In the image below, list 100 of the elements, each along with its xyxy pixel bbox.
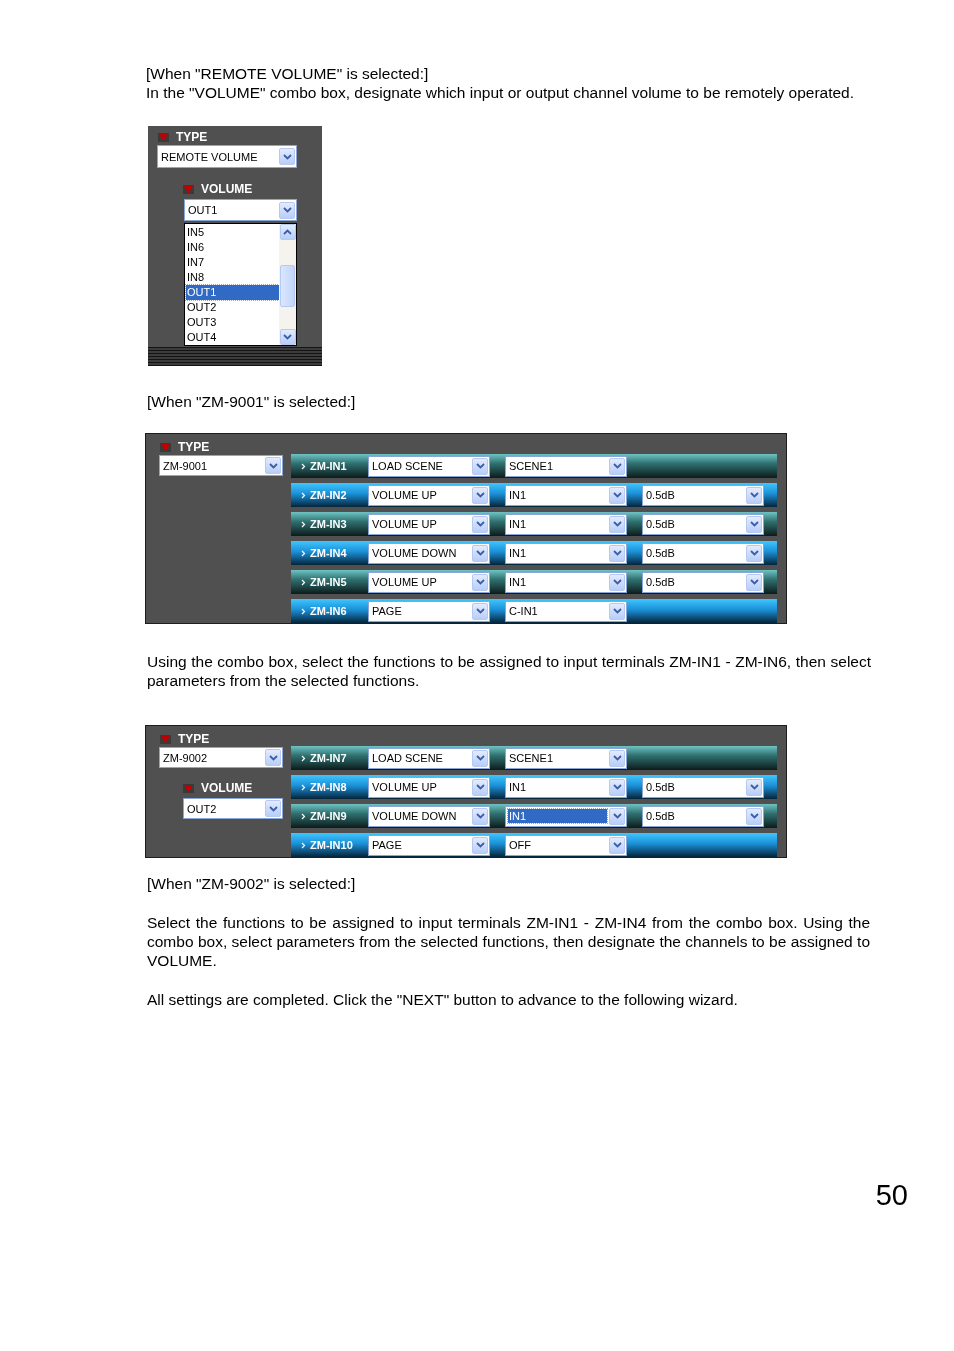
- combo-box[interactable]: IN1: [505, 542, 627, 564]
- combo-box[interactable]: IN1: [505, 571, 627, 593]
- dropdown-button[interactable]: [472, 486, 488, 504]
- combo-box[interactable]: 0.5dB: [642, 805, 764, 827]
- dropdown-button[interactable]: [265, 749, 281, 766]
- triangle-icon: [158, 132, 169, 142]
- list-item[interactable]: IN5: [186, 225, 279, 240]
- dropdown-button[interactable]: [746, 486, 762, 504]
- chevron-icon: [301, 549, 306, 557]
- dropdown-button[interactable]: [472, 544, 488, 562]
- combo-box[interactable]: LOAD SCENE: [368, 747, 490, 769]
- combo-box[interactable]: OFF: [505, 834, 627, 856]
- list-item[interactable]: OUT4: [186, 330, 279, 345]
- combo-box[interactable]: IN1: [505, 776, 627, 798]
- combo-box[interactable]: SCENE1: [505, 455, 627, 477]
- dropdown-button[interactable]: [746, 544, 762, 562]
- combo-box[interactable]: LOAD SCENE: [368, 455, 490, 477]
- combo-box[interactable]: 0.5dB: [642, 513, 764, 535]
- chevron-icon: [282, 153, 292, 160]
- combo-box[interactable]: VOLUME DOWN: [368, 542, 490, 564]
- chevron-icon: [749, 813, 759, 819]
- chevron-icon: [475, 463, 485, 469]
- chevron-icon: [612, 813, 622, 819]
- terminal-label: ZM-IN9: [310, 809, 347, 823]
- dropdown-button[interactable]: [746, 515, 762, 533]
- terminal-label: ZM-IN6: [310, 604, 347, 618]
- chevron-icon: [268, 462, 278, 469]
- dropdown-button[interactable]: [472, 778, 488, 796]
- chevron-icon: [301, 841, 306, 849]
- terminal-label: ZM-IN2: [310, 488, 347, 502]
- combo-box[interactable]: IN1: [505, 513, 627, 535]
- scroll-thumb[interactable]: [280, 265, 295, 307]
- dropdown-button[interactable]: [609, 807, 625, 825]
- dropdown-button[interactable]: [746, 573, 762, 591]
- combo-box[interactable]: OUT1: [184, 199, 297, 221]
- dropdown-button[interactable]: [609, 486, 625, 504]
- dropdown-button[interactable]: [609, 749, 625, 767]
- dropdown-button[interactable]: [265, 457, 281, 474]
- terminal-label: ZM-IN7: [310, 751, 347, 765]
- scroll-up-button[interactable]: [279, 224, 296, 240]
- combo-box[interactable]: SCENE1: [505, 747, 627, 769]
- combo-box[interactable]: C-IN1: [505, 600, 627, 622]
- dropdown-button[interactable]: [609, 602, 625, 620]
- dropdown-button[interactable]: [265, 800, 281, 817]
- combo-box[interactable]: 0.5dB: [642, 571, 764, 593]
- dropdown-button[interactable]: [609, 836, 625, 854]
- dropdown-button[interactable]: [746, 807, 762, 825]
- dropdown-button[interactable]: [609, 515, 625, 533]
- combo-box[interactable]: OUT2: [183, 798, 283, 819]
- dropdown-button[interactable]: [746, 778, 762, 796]
- list-item[interactable]: IN6: [186, 240, 279, 255]
- combo-box[interactable]: VOLUME UP: [368, 513, 490, 535]
- list-item[interactable]: OUT2: [186, 300, 279, 315]
- section-label: VOLUME: [201, 182, 253, 196]
- dropdown-button[interactable]: [472, 836, 488, 854]
- combo-box[interactable]: VOLUME DOWN: [368, 805, 490, 827]
- dropdown-button[interactable]: [472, 515, 488, 533]
- chevron-icon: [612, 608, 622, 614]
- dropdown-button[interactable]: [279, 201, 295, 219]
- dropdown-button[interactable]: [609, 573, 625, 591]
- combo-box[interactable]: PAGE: [368, 600, 490, 622]
- combo-box[interactable]: IN1: [505, 805, 627, 827]
- combo-box[interactable]: VOLUME UP: [368, 484, 490, 506]
- dropdown-button[interactable]: [609, 778, 625, 796]
- dropdown-button[interactable]: [279, 148, 295, 165]
- list-item[interactable]: IN7: [186, 255, 279, 270]
- chevron-icon: [612, 579, 622, 585]
- list-item[interactable]: OUT3: [186, 315, 279, 330]
- combo-box[interactable]: IN1: [505, 484, 627, 506]
- dropdown-button[interactable]: [472, 807, 488, 825]
- chevron-icon: [749, 492, 759, 498]
- paragraph: Select the functions to be assigned to input terminals ZM-IN1 - ZM-IN4 from the combo box. Using the combo box, select parameters from the selected functions, then designate the channels to be assigned to VOLUME.: [147, 913, 870, 970]
- scrollbar[interactable]: [279, 224, 296, 345]
- dropdown-button[interactable]: [472, 573, 488, 591]
- combo-box[interactable]: 0.5dB: [642, 776, 764, 798]
- dropdown-button[interactable]: [609, 457, 625, 475]
- dropdown-button[interactable]: [472, 749, 488, 767]
- dropdown-button[interactable]: [472, 602, 488, 620]
- combo-box[interactable]: 0.5dB: [642, 484, 764, 506]
- combo-box[interactable]: VOLUME UP: [368, 776, 490, 798]
- section-label: TYPE: [178, 732, 210, 746]
- chevron-icon: [612, 784, 622, 790]
- combo-box[interactable]: ZM-9001: [159, 455, 283, 476]
- combo-box[interactable]: PAGE: [368, 834, 490, 856]
- combo-box[interactable]: VOLUME UP: [368, 571, 490, 593]
- chevron-icon: [749, 784, 759, 790]
- scroll-down-button[interactable]: [279, 329, 296, 345]
- chevron-icon: [301, 812, 306, 820]
- dropdown-button[interactable]: [609, 544, 625, 562]
- combo-box[interactable]: 0.5dB: [642, 542, 764, 564]
- chevron-icon: [282, 207, 292, 213]
- list-item[interactable]: IN8: [186, 270, 279, 285]
- list-item[interactable]: OUT1: [186, 285, 279, 300]
- dropdown-button[interactable]: [472, 457, 488, 475]
- terminal-label: ZM-IN3: [310, 517, 347, 531]
- triangle-icon: [160, 442, 171, 452]
- combo-box[interactable]: ZM-9002: [159, 747, 283, 768]
- page-number: 50: [874, 1179, 908, 1211]
- chevron-icon: [301, 462, 306, 470]
- combo-box[interactable]: REMOTE VOLUME: [157, 145, 297, 168]
